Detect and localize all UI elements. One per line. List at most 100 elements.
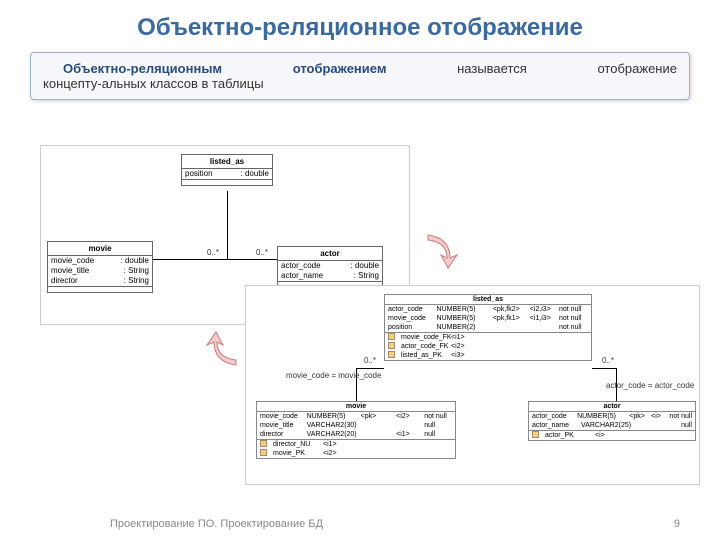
- db-table-actor: actor actor_code NUMBER(5) <pk> <i> not null…: [528, 401, 696, 441]
- db-table-name: actor: [529, 402, 695, 412]
- db-col: not null: [559, 314, 588, 323]
- db-key: listed_as_PK: [401, 351, 447, 360]
- db-col: <pk>: [361, 412, 393, 421]
- db-col: [493, 323, 526, 332]
- uml-attr-type: : String: [124, 276, 149, 286]
- db-key: movie_code_FK: [401, 333, 447, 342]
- db-col: VARCHAR2(25): [581, 421, 634, 430]
- key-icon: [388, 351, 395, 358]
- db-col: VARCHAR2(30): [307, 421, 357, 430]
- definition-line2: концепту-альных классов в таблицы: [43, 76, 677, 91]
- db-key: <i1>: [323, 440, 337, 449]
- db-key: movie_PK: [273, 449, 319, 458]
- key-icon: [260, 440, 267, 447]
- uml-attr: actor_code: [281, 261, 351, 271]
- db-col: null: [681, 421, 692, 430]
- uml-class-actor: actor actor_code: double actor_name: Str…: [277, 246, 383, 288]
- db-key: <i1>: [451, 333, 465, 342]
- db-key: actor_code_FK: [401, 342, 447, 351]
- db-table-name: movie: [257, 402, 455, 412]
- uml-class-name: actor: [278, 247, 382, 261]
- db-col: actor_name: [532, 421, 577, 430]
- uml-attr-type: : String: [354, 271, 379, 281]
- uml-attr-type: : double: [351, 261, 379, 271]
- db-col: movie_title: [260, 421, 303, 430]
- db-col: not null: [559, 305, 588, 314]
- db-col: <i>: [651, 412, 665, 421]
- uml-mult: 0..*: [207, 248, 219, 257]
- db-key: director_NU: [273, 440, 319, 449]
- db-col: [396, 421, 420, 430]
- uml-attr-type: : String: [124, 266, 149, 276]
- db-col: NUMBER(5): [307, 412, 357, 421]
- uml-attr-type: : double: [121, 256, 149, 266]
- uml-mult: 0..*: [256, 248, 268, 257]
- db-col: NUMBER(5): [437, 305, 489, 314]
- definition-w4: отображение: [597, 61, 677, 76]
- db-col: <pk>: [629, 412, 647, 421]
- db-col: [361, 421, 392, 430]
- db-col: not null: [669, 412, 692, 421]
- db-table-movie: movie movie_codeNUMBER(5)<pk><i2>not nul…: [256, 401, 456, 459]
- db-col: NUMBER(2): [437, 323, 489, 332]
- db-rel: movie_code = movie_code: [286, 371, 381, 380]
- db-key: <i>: [595, 431, 605, 440]
- uml-class-listed-as: listed_as position: double: [181, 154, 273, 186]
- db-key: <i2>: [323, 449, 337, 458]
- db-col: not null: [424, 412, 452, 421]
- db-col: actor_code: [388, 305, 433, 314]
- uml-attr-type: : double: [241, 169, 269, 179]
- uml-attr: movie_code: [51, 256, 121, 266]
- db-col: <pk,fk2>: [493, 305, 526, 314]
- arrow-down-icon: [420, 230, 460, 270]
- db-col: <pk,fk1>: [493, 314, 526, 323]
- db-col: null: [424, 421, 452, 430]
- db-col: not null: [559, 323, 588, 332]
- definition-box: Объектно-реляционным отображением называ…: [30, 52, 690, 100]
- page-number: 9: [674, 518, 680, 530]
- uml-attr: position: [185, 169, 241, 179]
- key-icon: [532, 431, 539, 438]
- uml-attr: director: [51, 276, 124, 286]
- db-diagram: listed_as actor_code NUMBER(5) <pk,fk2> <i2…: [245, 285, 700, 485]
- uml-attr: actor_name: [281, 271, 354, 281]
- slide-title: Объектно-реляционное отображение: [0, 0, 720, 52]
- db-col: <i1,i3>: [530, 314, 555, 323]
- db-table-name: listed_as: [385, 295, 591, 305]
- db-col: [361, 430, 392, 439]
- db-rel: actor_code = actor_code: [606, 381, 694, 390]
- db-col: actor_code: [532, 412, 573, 421]
- db-col: [638, 421, 658, 430]
- uml-attr: movie_title: [51, 266, 124, 276]
- db-col: NUMBER(5): [577, 412, 625, 421]
- db-col: position: [388, 323, 433, 332]
- db-table-listed-as: listed_as actor_code NUMBER(5) <pk,fk2> <i2…: [384, 294, 592, 361]
- definition-w3: называется: [457, 61, 527, 76]
- db-col: null: [424, 430, 452, 439]
- arrow-up-icon: [204, 330, 244, 370]
- db-col: [530, 323, 555, 332]
- db-col: <i1>: [396, 430, 420, 439]
- key-icon: [388, 342, 395, 349]
- db-key: <i2>: [451, 342, 465, 351]
- key-icon: [388, 333, 395, 340]
- db-col: <i2>: [396, 412, 420, 421]
- uml-class-movie: movie movie_code: double movie_title: St…: [47, 241, 153, 293]
- db-key: actor_PK: [545, 431, 591, 440]
- footer-text: Проектирование ПО. Проектирование БД: [110, 518, 323, 530]
- db-col: director: [260, 430, 303, 439]
- uml-class-name: listed_as: [182, 155, 272, 169]
- db-key: <i3>: [451, 351, 465, 360]
- db-col: NUMBER(5): [437, 314, 489, 323]
- uml-class-name: movie: [48, 242, 152, 256]
- db-col: movie_code: [260, 412, 303, 421]
- db-col: <i2,i3>: [530, 305, 555, 314]
- db-col: VARCHAR2(20): [307, 430, 357, 439]
- definition-w2: отображением: [293, 61, 387, 76]
- db-col: [661, 421, 677, 430]
- db-mult: 0..*: [602, 356, 614, 365]
- db-mult: 0..*: [364, 356, 376, 365]
- key-icon: [260, 449, 267, 456]
- definition-term: Объектно-реляционным: [63, 61, 222, 76]
- db-col: movie_code: [388, 314, 433, 323]
